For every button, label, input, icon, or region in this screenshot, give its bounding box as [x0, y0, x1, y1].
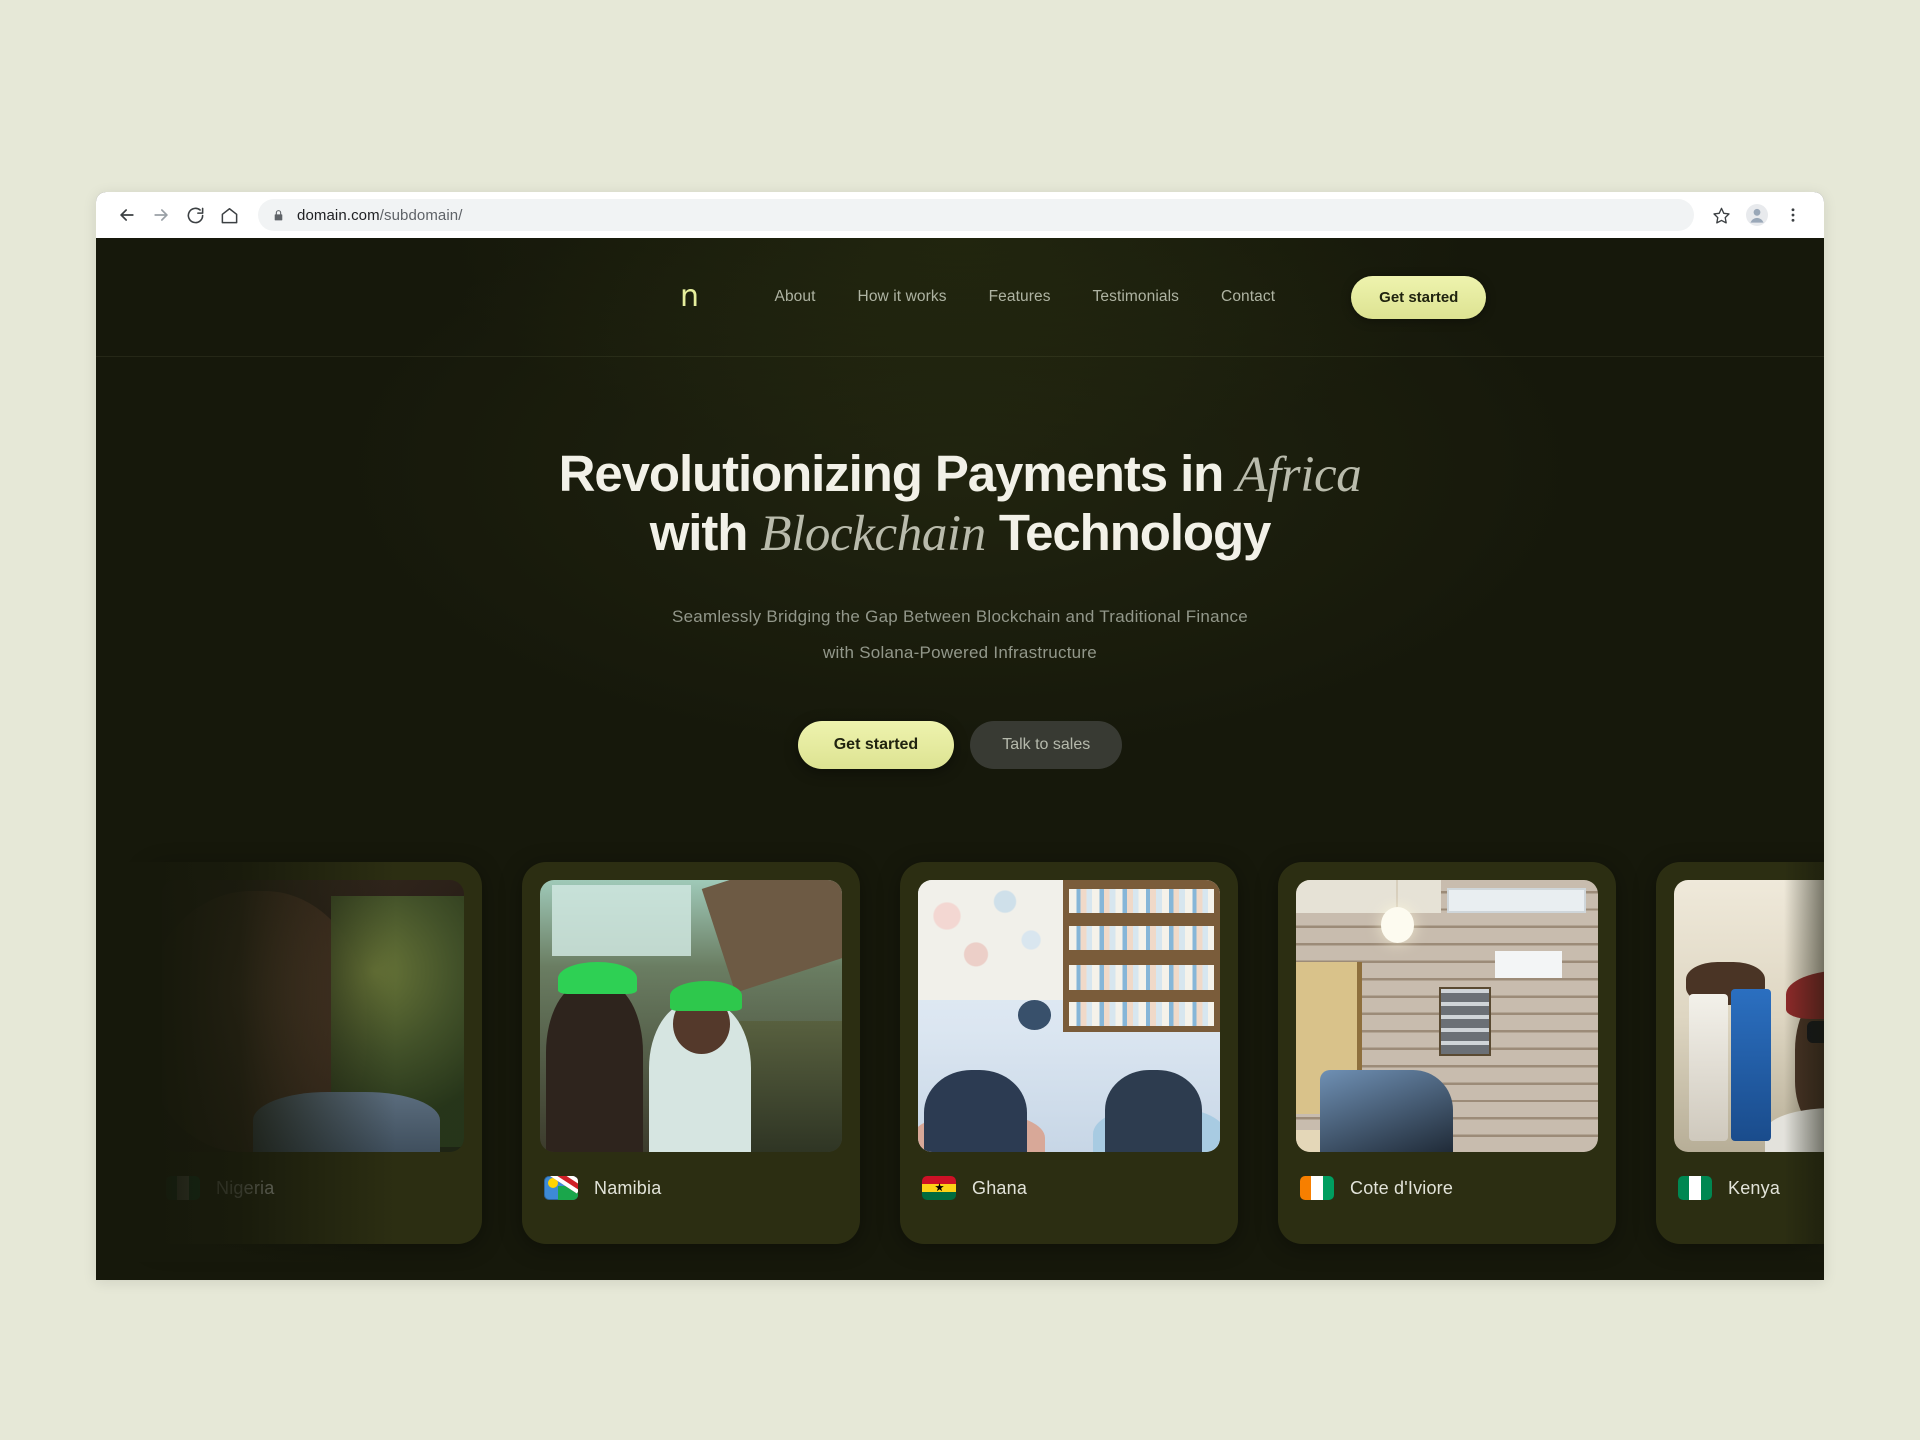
country-card-footer: Ghana	[918, 1152, 1220, 1200]
hero-heading-text-2: with	[649, 504, 761, 562]
bookmark-button[interactable]	[1704, 198, 1738, 232]
hero-subtitle-line-2: with Solana-Powered Infrastructure	[822, 642, 1098, 662]
country-label-cote-divoire: Cote d'Iviore	[1350, 1177, 1454, 1198]
nav-link-how-it-works[interactable]: How it works	[858, 288, 947, 306]
star-icon	[1712, 206, 1731, 225]
country-card-namibia[interactable]: Namibia	[522, 862, 860, 1244]
hero-cta-group: Get started Talk to sales	[96, 720, 1824, 769]
nav-link-testimonials[interactable]: Testimonials	[1093, 288, 1179, 306]
hero-heading-italic-africa: Africa	[1236, 447, 1362, 503]
nav-link-features[interactable]: Features	[989, 288, 1051, 306]
country-photo-kenya	[1674, 880, 1824, 1152]
country-cards-rail[interactable]: Nigeria Namibia Ghana Cote d'Iviore Keny…	[96, 862, 1824, 1262]
country-card-footer: Cote d'Iviore	[1296, 1152, 1598, 1200]
country-card-kenya[interactable]: Kenya	[1656, 862, 1824, 1244]
navbar-links: About How it works Features Testimonials…	[775, 288, 1276, 306]
browser-menu-button[interactable]	[1776, 198, 1810, 232]
hero-subtitle-line-1: Seamlessly Bridging the Gap Between Bloc…	[672, 607, 1248, 627]
navbar-get-started-button[interactable]: Get started	[1351, 275, 1487, 319]
ghana-flag-icon	[922, 1176, 956, 1200]
hero-heading-line1: Revolutionizing Payments in Africa	[558, 445, 1362, 503]
hero-get-started-button[interactable]: Get started	[797, 720, 955, 769]
country-photo-cote-divoire	[1296, 880, 1598, 1152]
country-card-footer: Kenya	[1674, 1152, 1824, 1200]
forward-button[interactable]	[144, 198, 178, 232]
country-card-ghana[interactable]: Ghana	[900, 862, 1238, 1244]
hero-talk-to-sales-button[interactable]: Talk to sales	[970, 720, 1123, 769]
site-navbar: n About How it works Features Testimonia…	[96, 238, 1824, 357]
country-card-footer: Namibia	[540, 1152, 842, 1200]
country-label-nigeria: Nigeria	[216, 1177, 275, 1198]
country-photo-namibia	[540, 880, 842, 1152]
navbar-inner: n About How it works Features Testimonia…	[280, 275, 1640, 319]
home-button[interactable]	[212, 198, 246, 232]
browser-window: domain.com/subdomain/ n About How it wor…	[96, 192, 1824, 1280]
reload-icon	[186, 206, 205, 225]
country-card-nigeria[interactable]: Nigeria	[144, 862, 482, 1244]
hero-heading-italic-blockchain: Blockchain	[760, 506, 986, 563]
profile-button[interactable]	[1740, 198, 1774, 232]
cote-divoire-flag-icon	[1300, 1176, 1334, 1200]
country-card-cote-divoire[interactable]: Cote d'Iviore	[1278, 862, 1616, 1244]
kenya-flag-icon	[1678, 1176, 1712, 1200]
hero-heading-line2: with Blockchain Technology	[649, 504, 1272, 563]
country-photo-nigeria	[162, 880, 464, 1152]
hero-subtitle: Seamlessly Bridging the Gap Between Bloc…	[510, 599, 1410, 670]
hero-heading-text-1: Revolutionizing Payments in	[558, 445, 1237, 502]
brand-logo[interactable]: n	[680, 282, 699, 312]
country-card-footer: Nigeria	[162, 1152, 464, 1200]
hero-section: Revolutionizing Payments in Africa with …	[96, 357, 1824, 769]
reload-button[interactable]	[178, 198, 212, 232]
url-host: domain.com	[297, 206, 380, 224]
browser-toolbar: domain.com/subdomain/	[96, 192, 1824, 238]
nav-link-contact[interactable]: Contact	[1221, 288, 1275, 306]
url-path: /subdomain/	[379, 206, 463, 224]
page-viewport: n About How it works Features Testimonia…	[96, 238, 1824, 1280]
back-button[interactable]	[110, 198, 144, 232]
nigeria-flag-icon	[166, 1176, 200, 1200]
namibia-flag-icon	[544, 1176, 578, 1200]
country-photo-ghana	[918, 880, 1220, 1152]
profile-avatar-icon	[1745, 203, 1769, 227]
address-bar[interactable]: domain.com/subdomain/	[258, 199, 1694, 231]
hero-heading-text-3: Technology	[985, 504, 1272, 562]
forward-arrow-icon	[151, 205, 171, 225]
hero-heading: Revolutionizing Payments in Africa with …	[96, 445, 1824, 563]
three-dot-menu-icon	[1784, 206, 1802, 224]
country-label-namibia: Namibia	[594, 1177, 662, 1198]
toolbar-right-actions	[1704, 198, 1810, 232]
back-arrow-icon	[117, 205, 137, 225]
country-label-ghana: Ghana	[972, 1177, 1028, 1198]
lock-icon	[272, 208, 285, 223]
nav-link-about[interactable]: About	[775, 288, 816, 306]
country-label-kenya: Kenya	[1728, 1177, 1781, 1198]
url-text: domain.com/subdomain/	[297, 207, 463, 224]
home-icon	[220, 206, 239, 225]
